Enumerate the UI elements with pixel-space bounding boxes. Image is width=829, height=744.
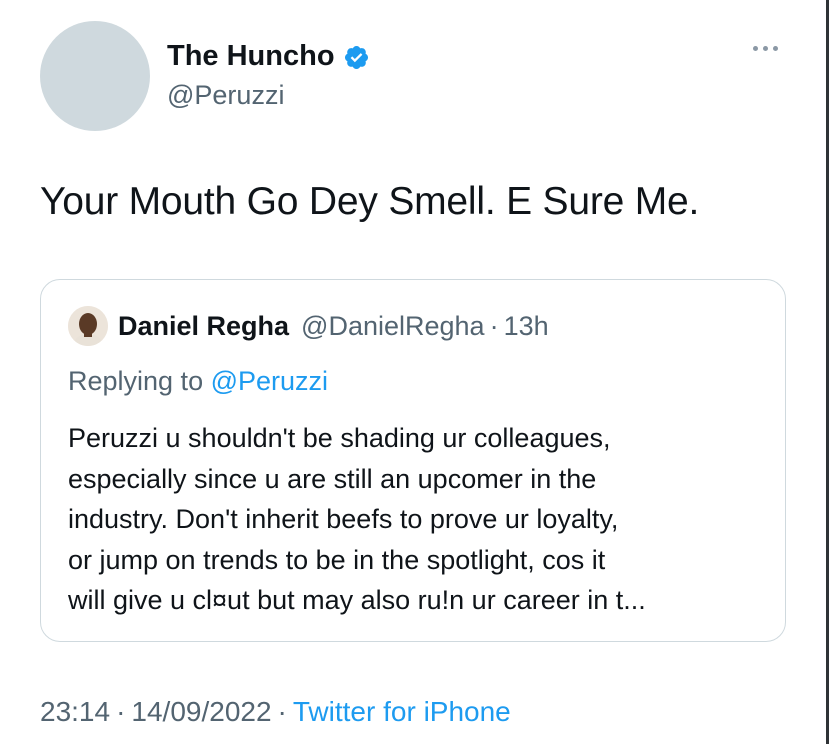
quote-author-handle[interactable]: @DanielRegha xyxy=(301,311,485,342)
quote-body-line: will give u cl¤ut but may also ru!n ur c… xyxy=(68,585,646,615)
quote-author-avatar xyxy=(68,306,108,346)
tweet-time[interactable]: 23:14 xyxy=(40,696,110,727)
verified-badge-icon xyxy=(344,45,368,69)
tweet-meta: 23:14 · 14/09/2022 · Twitter for iPhone xyxy=(40,696,511,728)
replying-prefix: Replying to xyxy=(68,366,204,396)
tweet-source-link[interactable]: Twitter for iPhone xyxy=(293,696,511,727)
quote-author-name[interactable]: Daniel Regha xyxy=(118,311,289,342)
meta-separator: · xyxy=(277,696,287,727)
more-options-icon[interactable] xyxy=(753,46,778,51)
tweet-text: Your Mouth Go Dey Smell. E Sure Me. xyxy=(40,180,700,223)
quote-body-line: industry. Don't inherit beefs to prove u… xyxy=(68,504,619,534)
quote-body-line: Peruzzi u shouldn't be shading ur collea… xyxy=(68,423,611,453)
author-display-name[interactable]: The Huncho xyxy=(167,40,335,73)
quote-avatar-portrait xyxy=(68,306,108,346)
author-avatar[interactable] xyxy=(40,21,150,131)
more-dot xyxy=(763,46,768,51)
more-dot xyxy=(773,46,778,51)
author-handle[interactable]: @Peruzzi xyxy=(167,80,370,111)
replying-to-line: Replying to @Peruzzi xyxy=(68,366,328,397)
meta-separator: · xyxy=(116,696,126,727)
tweet-date[interactable]: 14/09/2022 xyxy=(131,696,271,727)
quote-separator: · xyxy=(489,310,499,341)
quote-timestamp[interactable]: 13h xyxy=(504,311,549,342)
quote-body-line: or jump on trends to be in the spotlight… xyxy=(68,544,606,575)
author-block: The Huncho @Peruzzi xyxy=(167,38,370,111)
quote-body-line: especially since u are still an upcomer … xyxy=(68,463,597,494)
quoted-tweet-card[interactable]: Daniel Regha @DanielRegha · 13h Replying… xyxy=(40,279,786,642)
quote-header: Daniel Regha @DanielRegha · 13h xyxy=(68,306,549,346)
more-dot xyxy=(753,46,758,51)
replying-mention-link[interactable]: @Peruzzi xyxy=(211,366,328,396)
author-name-row[interactable]: The Huncho xyxy=(167,38,370,74)
quote-body: Peruzzi u shouldn't be shading ur collea… xyxy=(68,418,768,621)
